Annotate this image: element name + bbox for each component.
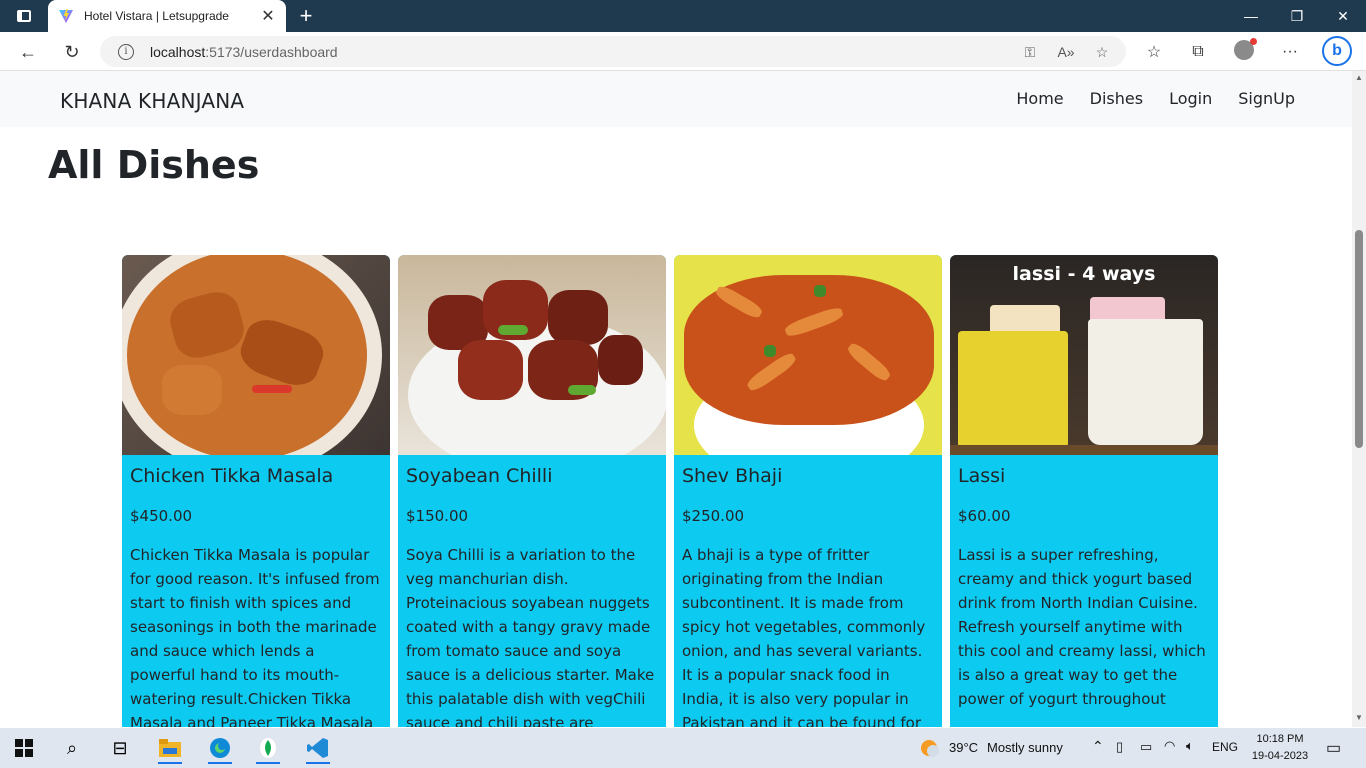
battery-icon[interactable]: ▭	[1140, 739, 1152, 755]
more-menu-icon[interactable]: ···	[1278, 40, 1302, 64]
nav-link-login[interactable]: Login	[1169, 89, 1212, 108]
dish-card-list: Chicken Tikka Masala $450.00 Chicken Tik…	[122, 255, 1218, 727]
vite-favicon-icon	[59, 9, 73, 23]
close-window-button[interactable]: ✕	[1320, 0, 1366, 32]
browser-toolbar: ← ↻ i localhost:5173/userdashboard ⚿ A» …	[0, 32, 1366, 71]
clock-date: 19-04-2023	[1251, 750, 1309, 762]
restore-button[interactable]: ❐	[1274, 0, 1320, 32]
clock-time: 10:18 PM	[1256, 733, 1304, 745]
language-indicator[interactable]: ENG	[1212, 740, 1238, 754]
edge-browser-icon[interactable]	[200, 732, 240, 764]
collections-icon[interactable]: ⧉	[1186, 40, 1210, 64]
weather-temperature[interactable]: 39°C	[949, 740, 978, 755]
dish-title: Lassi	[958, 465, 1006, 487]
dish-description: A bhaji is a type of fritter originating…	[682, 546, 926, 727]
dish-card[interactable]: Shev Bhaji $250.00 A bhaji is a type of …	[674, 255, 942, 727]
nav-link-dishes[interactable]: Dishes	[1090, 89, 1143, 108]
vscode-icon[interactable]	[298, 732, 338, 764]
dish-description: Chicken Tikka Masala is popular for good…	[130, 546, 380, 727]
site-navbar: KHANA KHANJANA Home Dishes Login SignUp	[0, 71, 1352, 127]
mongodb-compass-icon[interactable]	[248, 732, 288, 764]
nav-links: Home Dishes Login SignUp	[1016, 89, 1295, 108]
browser-tab[interactable]: Hotel Vistara | Letsupgrade ✕	[48, 0, 286, 32]
page-scrollbar[interactable]: ▲ ▼	[1352, 71, 1366, 727]
weather-description[interactable]: Mostly sunny	[987, 740, 1063, 755]
favorites-icon[interactable]: ☆	[1142, 40, 1166, 64]
page-title: All Dishes	[48, 143, 260, 187]
scroll-down-icon[interactable]: ▼	[1354, 713, 1364, 723]
read-aloud-icon[interactable]: A»	[1056, 42, 1076, 62]
site-info-icon[interactable]: i	[118, 43, 134, 60]
dish-card[interactable]: Chicken Tikka Masala $450.00 Chicken Tik…	[122, 255, 390, 727]
weather-icon[interactable]	[918, 737, 940, 759]
lassi-image-caption: lassi - 4 ways	[1012, 263, 1156, 285]
close-tab-icon[interactable]: ✕	[258, 6, 278, 26]
key-icon[interactable]: ⚿	[1020, 42, 1040, 62]
dish-image-chicken-tikka	[122, 255, 390, 455]
dish-price: $250.00	[682, 507, 745, 525]
profile-avatar[interactable]	[1234, 38, 1257, 60]
windows-taskbar: ⌕ ⊟ 39°C Mostly sunny ⌃ ▯ ▭ ◠ 🔈︎ ENG ▭	[0, 728, 1366, 768]
address-bar[interactable]: i localhost:5173/userdashboard ⚿ A» ☆	[100, 36, 1126, 67]
dish-title: Soyabean Chilli	[406, 465, 553, 487]
dish-title: Shev Bhaji	[682, 465, 783, 487]
windows-start-icon[interactable]	[4, 732, 44, 764]
back-icon[interactable]: ←	[14, 38, 42, 66]
url-text: localhost:5173/userdashboard	[150, 43, 338, 60]
dish-description: Soya Chilli is a variation to the veg ma…	[406, 546, 655, 727]
tab-title: Hotel Vistara | Letsupgrade	[84, 9, 229, 23]
nav-link-signup[interactable]: SignUp	[1238, 89, 1295, 108]
dish-description: Lassi is a super refreshing, creamy and …	[958, 546, 1206, 708]
taskbar-clock[interactable]: 10:18 PM 19-04-2023	[1244, 731, 1316, 765]
dish-price: $60.00	[958, 507, 1011, 525]
new-tab-button[interactable]: +	[294, 3, 318, 28]
browser-tab-strip: Hotel Vistara | Letsupgrade ✕ + — ❐ ✕	[0, 0, 1366, 32]
bing-icon[interactable]: b	[1322, 36, 1352, 66]
scroll-thumb[interactable]	[1355, 230, 1363, 448]
task-view-icon[interactable]: ⊟	[100, 732, 140, 764]
dish-price: $150.00	[406, 507, 469, 525]
scroll-up-icon[interactable]: ▲	[1354, 73, 1364, 83]
brand-logo[interactable]: KHANA KHANJANA	[60, 89, 244, 113]
dish-price: $450.00	[130, 507, 193, 525]
page-viewport: KHANA KHANJANA Home Dishes Login SignUp …	[0, 71, 1352, 727]
add-favorite-icon[interactable]: ☆	[1092, 42, 1112, 62]
dish-image-lassi: lassi - 4 ways	[950, 255, 1218, 455]
dish-image-shev-bhaji	[674, 255, 942, 455]
nav-link-home[interactable]: Home	[1016, 89, 1063, 108]
volume-icon[interactable]: 🔈︎	[1186, 738, 1194, 754]
tab-actions-icon[interactable]	[10, 6, 38, 26]
device-icon[interactable]: ▯	[1116, 739, 1123, 755]
search-icon[interactable]: ⌕	[52, 732, 92, 764]
refresh-icon[interactable]: ↻	[58, 38, 86, 66]
dish-title: Chicken Tikka Masala	[130, 465, 334, 487]
minimize-button[interactable]: —	[1228, 0, 1274, 32]
dish-card[interactable]: lassi - 4 ways Lassi $60.00 Lassi is a s…	[950, 255, 1218, 727]
file-explorer-icon[interactable]	[150, 732, 190, 764]
wifi-icon[interactable]: ◠	[1164, 738, 1175, 754]
dish-card[interactable]: Soyabean Chilli $150.00 Soya Chilli is a…	[398, 255, 666, 727]
notifications-icon[interactable]: ▭	[1326, 738, 1341, 758]
dish-image-soyabean-chilli	[398, 255, 666, 455]
show-hidden-icons-icon[interactable]: ⌃	[1092, 738, 1104, 755]
